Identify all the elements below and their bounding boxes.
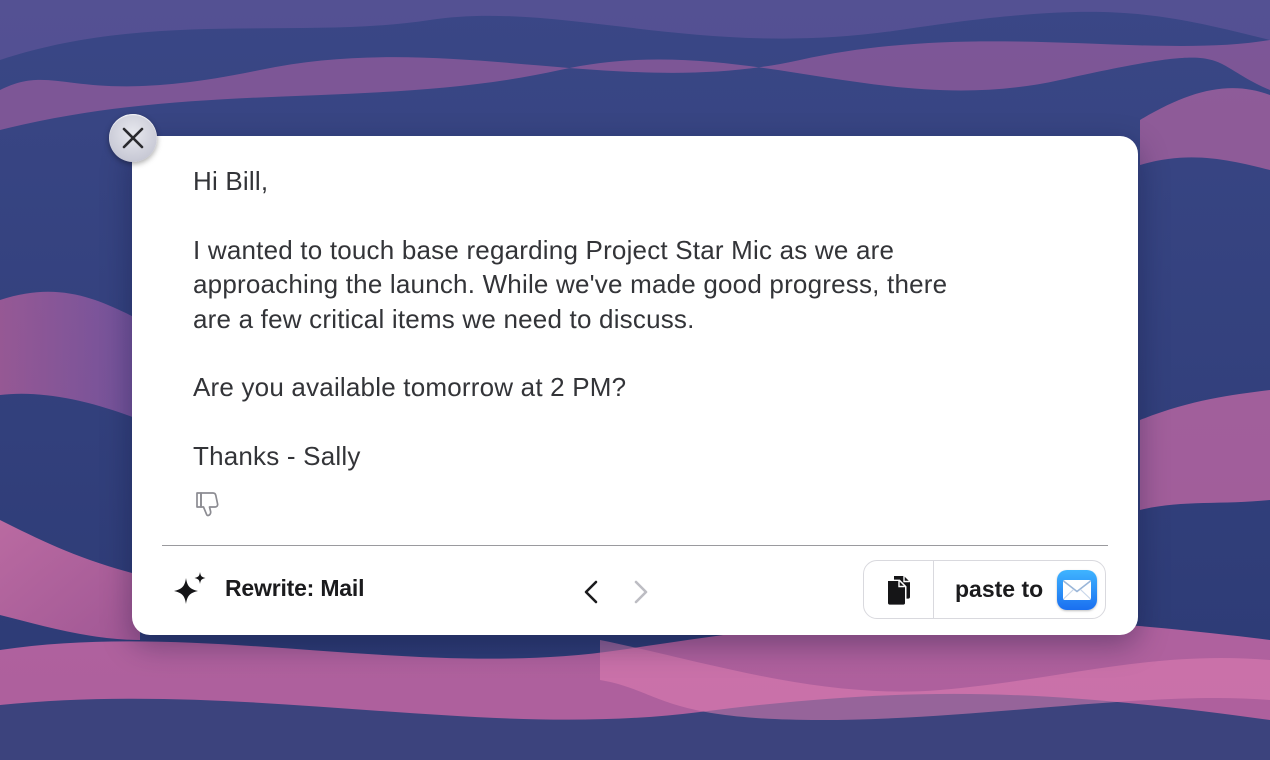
next-version-button[interactable] xyxy=(624,576,656,608)
output-actions: paste to xyxy=(863,560,1106,619)
paste-label: paste to xyxy=(955,576,1044,602)
thumbs-down-button[interactable] xyxy=(193,490,221,518)
mode-label: Rewrite: Mail xyxy=(225,575,365,601)
message-body-line: I wanted to touch base regarding Project… xyxy=(193,234,895,265)
previous-version-button[interactable] xyxy=(576,576,608,608)
message-question: Are you available tomorrow at 2 PM? xyxy=(193,372,627,402)
mail-app-icon xyxy=(1057,569,1098,610)
rewritten-message: Hi Bill, I wanted to touch base regardin… xyxy=(193,164,1073,473)
rewrite-panel: Hi Bill, I wanted to touch base regardin… xyxy=(132,136,1138,635)
message-signoff: Thanks - Sally xyxy=(193,440,361,471)
paste-to-mail-button[interactable]: paste to xyxy=(934,561,1105,618)
copy-icon xyxy=(887,575,910,605)
thumbs-down-icon xyxy=(196,492,219,517)
sparkle-icon xyxy=(174,572,206,604)
close-icon xyxy=(122,127,144,149)
close-button[interactable] xyxy=(109,114,157,162)
message-body-line: are a few critical items we need to disc… xyxy=(193,303,695,334)
chevron-right-icon xyxy=(634,580,648,604)
chevron-left-icon xyxy=(584,580,598,604)
message-greeting: Hi Bill, xyxy=(193,166,269,196)
message-body-line: approaching the launch. While we've made… xyxy=(193,269,948,299)
envelope-icon xyxy=(1063,579,1092,600)
copy-button[interactable] xyxy=(864,561,934,618)
panel-footer: Rewrite: Mail paste to xyxy=(132,546,1138,635)
